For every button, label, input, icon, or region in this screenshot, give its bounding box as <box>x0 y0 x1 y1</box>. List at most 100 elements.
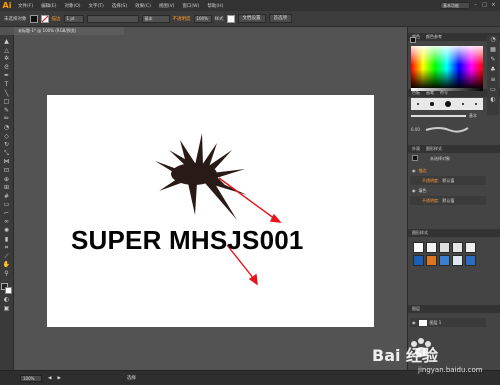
fill-stroke-control[interactable] <box>1 282 12 295</box>
opacity-field[interactable]: 100% <box>193 14 212 23</box>
transparency-panel-icon[interactable]: ◐ <box>487 95 499 105</box>
width-tool-icon[interactable]: ⋈ <box>2 158 11 165</box>
type-tool-icon[interactable]: T <box>2 81 11 88</box>
rectangle-tool-icon[interactable]: □ <box>2 98 11 105</box>
appearance-fill-row[interactable]: ◉ 填色 <box>410 186 486 195</box>
eyedropper-tool-icon[interactable]: ⌐ <box>2 210 11 217</box>
appearance-opacity-row[interactable]: 不透明度: 默认值 <box>410 176 486 185</box>
symbol-sprayer-tool-icon[interactable]: ✺ <box>2 227 11 234</box>
screen-mode-icon[interactable]: ▣ <box>2 305 11 312</box>
paintbrush-tool-icon[interactable]: ✎ <box>2 107 11 114</box>
artboard[interactable]: SUPER MHSJS001 <box>47 95 374 327</box>
hand-tool-icon[interactable]: ✋ <box>2 261 11 268</box>
scale-tool-icon[interactable]: ⤡ <box>2 150 11 157</box>
tab-layers[interactable]: 图层 <box>412 305 420 313</box>
graphic-style-swatch[interactable] <box>426 242 437 253</box>
menu-view[interactable]: 视图(V) <box>155 3 179 9</box>
eye-icon[interactable]: ◉ <box>412 166 416 175</box>
direct-selection-tool-icon[interactable]: △ <box>2 47 11 54</box>
graphic-style-swatch[interactable] <box>452 242 463 253</box>
zoom-tool-icon[interactable]: ⚲ <box>2 270 11 277</box>
nav-prev-icon[interactable]: ◀ <box>48 376 51 381</box>
graphic-style-swatch[interactable] <box>413 242 424 253</box>
brush-basic-row[interactable]: 基本 <box>411 112 483 120</box>
graphic-style-swatch[interactable] <box>452 255 463 266</box>
pencil-tool-icon[interactable]: ✏ <box>2 115 11 122</box>
minimize-icon[interactable]: – <box>472 2 479 9</box>
color-spectrum[interactable] <box>411 46 483 88</box>
line-tool-icon[interactable]: ╲ <box>2 90 11 97</box>
workspace-switcher[interactable]: 基本功能 <box>440 2 470 9</box>
brush-dot-icon[interactable] <box>416 103 419 105</box>
gradient-panel-icon[interactable]: ▭ <box>487 85 499 95</box>
eye-icon[interactable]: ◉ <box>412 318 416 327</box>
maximize-icon[interactable]: □ <box>481 2 488 9</box>
tab-color-guide[interactable]: 颜色参考 <box>426 33 442 41</box>
swatch-panel-icon[interactable]: ▦ <box>487 45 499 55</box>
menu-type[interactable]: 文字(T) <box>85 3 108 9</box>
symbol-panel-icon[interactable]: ♣ <box>487 65 499 75</box>
stroke-label[interactable]: 描边 <box>52 16 61 22</box>
tab-graphic-styles-panel[interactable]: 图形样式 <box>412 229 428 237</box>
menu-file[interactable]: 文件(F) <box>14 3 37 9</box>
stroke-color-icon[interactable] <box>5 286 12 294</box>
shape-builder-tool-icon[interactable]: ⊕ <box>2 176 11 183</box>
graphic-style-swatch[interactable] <box>426 255 437 266</box>
tab-appearance[interactable]: 外观 <box>412 145 420 153</box>
appearance-stroke-row[interactable]: ◉ 描边 <box>410 166 486 175</box>
free-transform-tool-icon[interactable]: ⊡ <box>2 167 11 174</box>
brush-dot-icon[interactable] <box>462 103 465 105</box>
slice-tool-icon[interactable]: ⟋ <box>2 253 11 260</box>
fill-swatch[interactable] <box>29 14 38 23</box>
opacity-label[interactable]: 不透明度 <box>173 16 191 22</box>
brush-panel-icon[interactable]: ✎ <box>487 55 499 65</box>
rotate-tool-icon[interactable]: ↻ <box>2 141 11 148</box>
brush-size-row[interactable]: 6.00 <box>411 124 483 134</box>
appearance-opacity-row-2[interactable]: 不透明度: 默认值 <box>410 196 486 205</box>
graphic-style-swatch[interactable] <box>465 255 476 266</box>
color-panel-icon[interactable]: ◔ <box>487 35 499 45</box>
column-graph-tool-icon[interactable]: ▮ <box>2 236 11 243</box>
brush-field[interactable]: 基本 <box>141 14 170 23</box>
artboard-tool-icon[interactable]: ⌗ <box>2 244 11 251</box>
draw-mode-icon[interactable]: ◐ <box>2 296 11 303</box>
graphic-style-swatch[interactable] <box>413 255 424 266</box>
stroke-panel-icon[interactable]: ≡ <box>487 75 499 85</box>
gradient-tool-icon[interactable]: ▭ <box>2 201 11 208</box>
menu-object[interactable]: 对象(O) <box>60 3 84 9</box>
grayscale-ramp[interactable] <box>411 88 483 91</box>
selection-tool-icon[interactable]: ▲ <box>2 38 11 45</box>
menu-help[interactable]: 帮助(H) <box>203 3 227 9</box>
brush-dot-icon[interactable] <box>475 103 478 105</box>
eye-icon[interactable]: ◉ <box>412 186 416 195</box>
document-setup-button[interactable]: 文档设置 <box>237 14 266 23</box>
preferences-button[interactable]: 首选项 <box>268 14 292 23</box>
lasso-tool-icon[interactable]: ᘓ <box>2 64 11 71</box>
menu-edit[interactable]: 编辑(E) <box>37 3 60 9</box>
menu-effect[interactable]: 效果(C) <box>131 3 155 9</box>
mesh-tool-icon[interactable]: # <box>2 193 11 200</box>
brush-dot-icon[interactable] <box>429 102 434 106</box>
zoom-field[interactable]: 100% <box>20 374 42 382</box>
stroke-swatch[interactable] <box>40 14 49 23</box>
variable-width-field[interactable] <box>86 14 139 23</box>
graphic-style-swatch[interactable] <box>439 255 450 266</box>
tab-graphic-styles[interactable]: 图形样式 <box>426 145 442 153</box>
color-panel-fill-icon[interactable] <box>410 37 416 43</box>
brush-dot-icon[interactable] <box>444 101 451 107</box>
nav-next-icon[interactable]: ▶ <box>57 376 60 381</box>
pen-tool-icon[interactable]: ✒ <box>2 72 11 79</box>
eraser-tool-icon[interactable]: ◇ <box>2 133 11 140</box>
layer-row[interactable]: ◉ 图层 1 <box>410 318 486 327</box>
blob-brush-tool-icon[interactable]: ◔ <box>2 124 11 131</box>
graphic-style-swatch[interactable] <box>439 242 450 253</box>
blend-tool-icon[interactable]: ∞ <box>2 218 11 225</box>
menu-window[interactable]: 窗口(W) <box>178 3 203 9</box>
headline-text[interactable]: SUPER MHSJS001 <box>71 225 304 256</box>
magic-wand-tool-icon[interactable]: ✲ <box>2 55 11 62</box>
graphic-style-swatch[interactable] <box>465 242 476 253</box>
close-icon[interactable]: × <box>490 2 497 9</box>
style-swatch[interactable] <box>226 14 235 23</box>
perspective-grid-tool-icon[interactable]: ⊞ <box>2 184 11 191</box>
menu-select[interactable]: 选择(S) <box>108 3 131 9</box>
